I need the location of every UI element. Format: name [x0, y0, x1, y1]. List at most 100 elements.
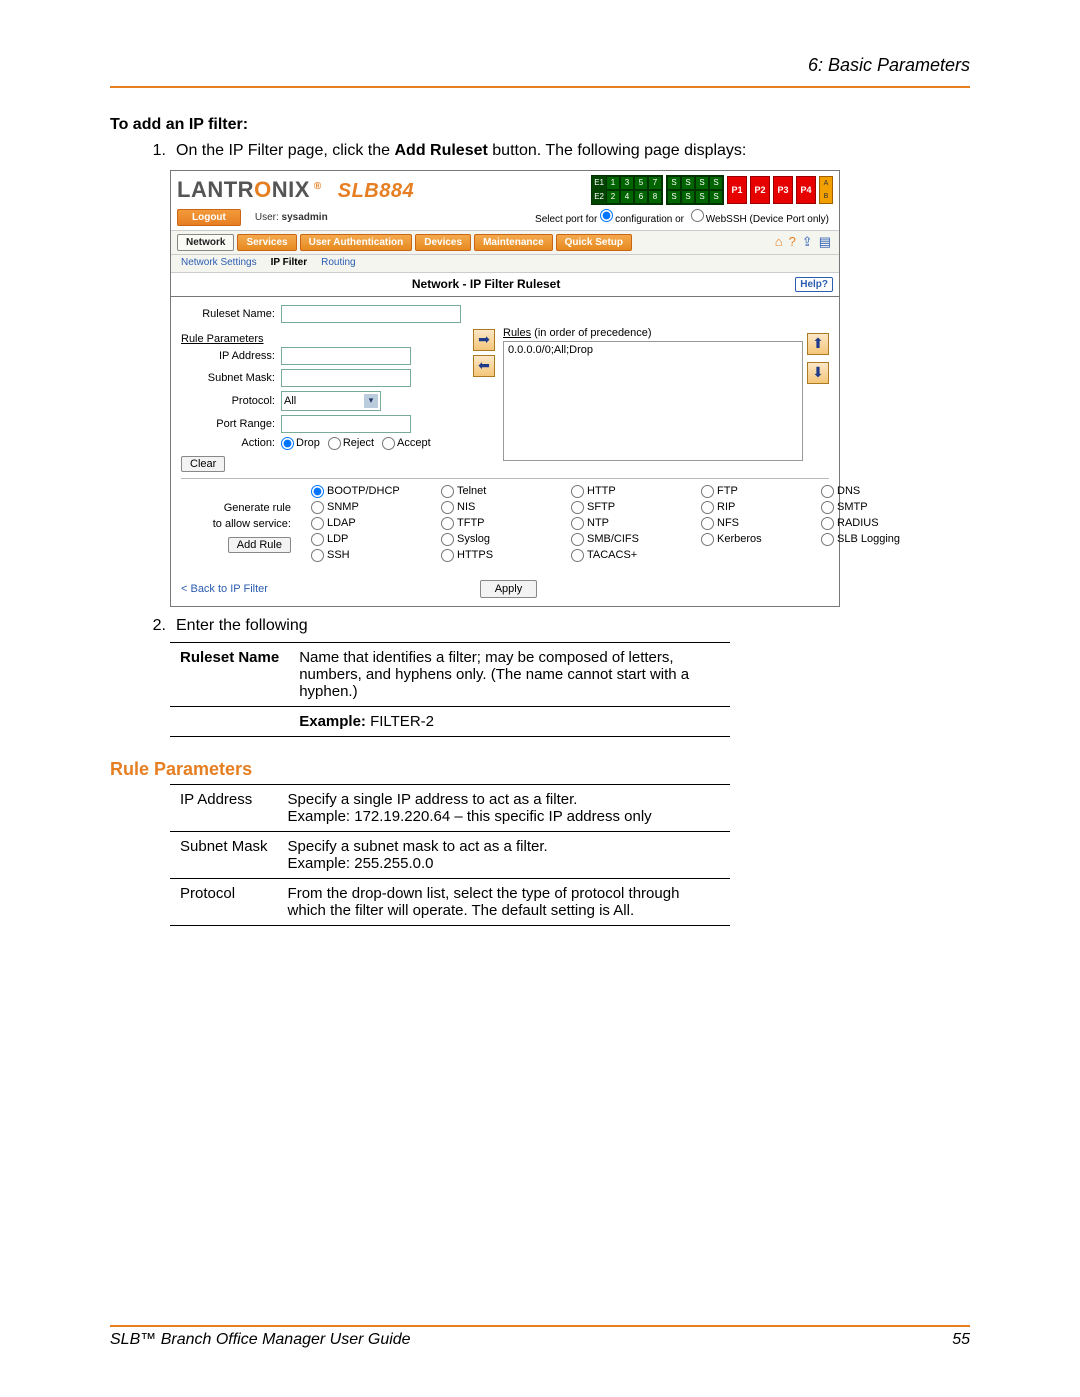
port-ab[interactable]: AB	[819, 176, 833, 204]
service-ntp[interactable]: NTP	[571, 517, 701, 530]
radio-configuration[interactable]	[600, 209, 613, 222]
service-smtp[interactable]: SMTP	[821, 501, 931, 514]
protocol-select[interactable]: All▾	[281, 391, 381, 411]
service-radio[interactable]	[571, 501, 584, 514]
arrow-down-button[interactable]: ⬇	[807, 362, 829, 384]
mask-input[interactable]	[281, 369, 411, 387]
port-s2[interactable]: S	[681, 176, 695, 190]
service-radio[interactable]	[821, 517, 834, 530]
service-radio[interactable]	[311, 501, 324, 514]
port-s3[interactable]: S	[695, 176, 709, 190]
arrow-right-button[interactable]: ➡	[473, 329, 495, 351]
service-radio[interactable]	[311, 485, 324, 498]
port-selector[interactable]: E1 1 3 5 7 E2 2 4 6 8 S S S S S	[591, 175, 833, 205]
radio-drop[interactable]	[281, 437, 294, 450]
service-radio[interactable]	[441, 549, 454, 562]
service-dns[interactable]: DNS	[821, 485, 931, 498]
export-icon[interactable]: ⇪	[802, 234, 813, 250]
service-radio[interactable]	[701, 485, 714, 498]
service-telnet[interactable]: Telnet	[441, 485, 571, 498]
service-radio[interactable]	[311, 549, 324, 562]
port-s8[interactable]: S	[709, 190, 723, 204]
port-3[interactable]: 3	[620, 176, 634, 190]
port-s1[interactable]: S	[667, 176, 681, 190]
port-s4[interactable]: S	[709, 176, 723, 190]
home-icon[interactable]: ⌂	[775, 234, 783, 250]
port-7[interactable]: 7	[648, 176, 662, 190]
service-ldp[interactable]: LDP	[311, 533, 441, 546]
tab-quick-setup[interactable]: Quick Setup	[556, 234, 632, 251]
service-nis[interactable]: NIS	[441, 501, 571, 514]
port-8[interactable]: 8	[648, 190, 662, 204]
service-tacacs-[interactable]: TACACS+	[571, 549, 701, 562]
subtab-routing[interactable]: Routing	[321, 257, 355, 268]
service-ftp[interactable]: FTP	[701, 485, 821, 498]
port-p4[interactable]: P4	[796, 176, 816, 204]
service-rip[interactable]: RIP	[701, 501, 821, 514]
service-radio[interactable]	[441, 501, 454, 514]
port-1[interactable]: 1	[606, 176, 620, 190]
service-radio[interactable]	[701, 517, 714, 530]
port-5[interactable]: 5	[634, 176, 648, 190]
rule-item-0[interactable]: 0.0.0.0/0;All;Drop	[508, 344, 798, 356]
service-radio[interactable]	[701, 501, 714, 514]
panel-help-button[interactable]: Help?	[795, 277, 833, 292]
service-radio[interactable]	[311, 517, 324, 530]
rules-listbox[interactable]: 0.0.0.0/0;All;Drop	[503, 341, 803, 461]
arrow-left-button[interactable]: ⬅	[473, 355, 495, 377]
apply-button[interactable]: Apply	[480, 580, 538, 598]
service-radio[interactable]	[701, 533, 714, 546]
service-radio[interactable]	[571, 549, 584, 562]
service-smb-cifs[interactable]: SMB/CIFS	[571, 533, 701, 546]
service-radio[interactable]	[441, 533, 454, 546]
service-snmp[interactable]: SNMP	[311, 501, 441, 514]
radio-reject[interactable]	[328, 437, 341, 450]
service-radio[interactable]	[571, 517, 584, 530]
tab-network[interactable]: Network	[177, 234, 234, 251]
port-input[interactable]	[281, 415, 411, 433]
service-ssh[interactable]: SSH	[311, 549, 441, 562]
port-s7[interactable]: S	[695, 190, 709, 204]
port-p3[interactable]: P3	[773, 176, 793, 204]
tab-maintenance[interactable]: Maintenance	[474, 234, 553, 251]
ruleset-name-input[interactable]	[281, 305, 461, 323]
tab-services[interactable]: Services	[237, 234, 296, 251]
service-syslog[interactable]: Syslog	[441, 533, 571, 546]
service-radio[interactable]	[441, 485, 454, 498]
service-radio[interactable]	[821, 485, 834, 498]
service-bootp-dhcp[interactable]: BOOTP/DHCP	[311, 485, 441, 498]
tab-user-auth[interactable]: User Authentication	[300, 234, 413, 251]
service-kerberos[interactable]: Kerberos	[701, 533, 821, 546]
port-6[interactable]: 6	[634, 190, 648, 204]
tab-devices[interactable]: Devices	[415, 234, 471, 251]
port-s6[interactable]: S	[681, 190, 695, 204]
service-radio[interactable]	[821, 501, 834, 514]
service-http[interactable]: HTTP	[571, 485, 701, 498]
radio-accept[interactable]	[382, 437, 395, 450]
back-link[interactable]: < Back to IP Filter	[181, 583, 268, 595]
port-s5[interactable]: S	[667, 190, 681, 204]
add-rule-button[interactable]: Add Rule	[228, 537, 291, 553]
service-sftp[interactable]: SFTP	[571, 501, 701, 514]
service-tftp[interactable]: TFTP	[441, 517, 571, 530]
port-4[interactable]: 4	[620, 190, 634, 204]
subtab-network-settings[interactable]: Network Settings	[181, 257, 257, 268]
service-radio[interactable]	[311, 533, 324, 546]
service-radius[interactable]: RADIUS	[821, 517, 931, 530]
ip-input[interactable]	[281, 347, 411, 365]
service-https[interactable]: HTTPS	[441, 549, 571, 562]
service-nfs[interactable]: NFS	[701, 517, 821, 530]
service-radio[interactable]	[571, 485, 584, 498]
service-ldap[interactable]: LDAP	[311, 517, 441, 530]
arrow-up-button[interactable]: ⬆	[807, 333, 829, 355]
radio-webssh[interactable]	[691, 209, 704, 222]
list-icon[interactable]: ▤	[819, 234, 831, 250]
service-radio[interactable]	[821, 533, 834, 546]
subtab-ip-filter[interactable]: IP Filter	[271, 257, 308, 268]
port-2[interactable]: 2	[606, 190, 620, 204]
service-slb-logging[interactable]: SLB Logging	[821, 533, 931, 546]
port-p2[interactable]: P2	[750, 176, 770, 204]
logout-button[interactable]: Logout	[177, 209, 241, 226]
service-radio[interactable]	[571, 533, 584, 546]
port-p1[interactable]: P1	[727, 176, 747, 204]
